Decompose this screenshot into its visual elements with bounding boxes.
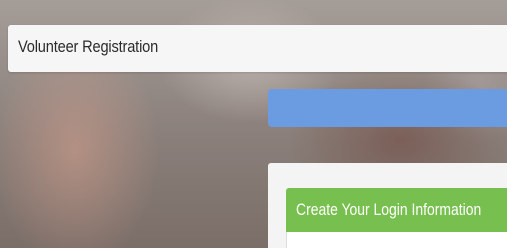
login-info-panel-body (286, 232, 507, 248)
page-header: Volunteer Registration (8, 25, 507, 72)
login-info-panel-header: Create Your Login Information (286, 188, 507, 232)
page-title: Volunteer Registration (18, 37, 159, 56)
login-info-panel-title: Create Your Login Information (296, 200, 482, 219)
login-info-card: Create Your Login Information (268, 163, 507, 248)
registration-progress-bar (268, 89, 507, 127)
